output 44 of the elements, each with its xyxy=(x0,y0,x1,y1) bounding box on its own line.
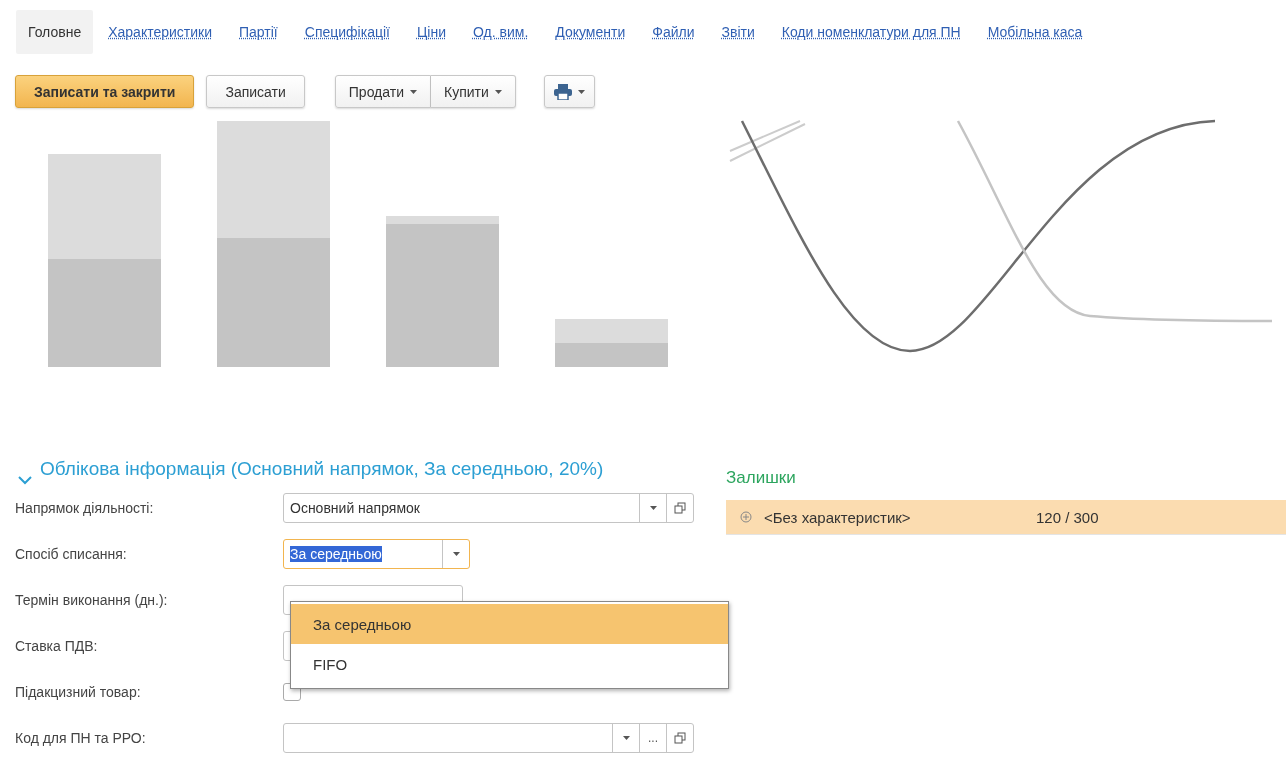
field-label: Код для ПН та РРО: xyxy=(15,730,147,746)
tab[interactable]: Файли xyxy=(640,10,707,54)
table-cell-text: <Без характеристик> xyxy=(764,508,912,526)
menu-button[interactable]: Продати xyxy=(334,75,431,108)
tab[interactable]: Специфікації xyxy=(292,10,402,54)
caret-icon xyxy=(622,736,630,740)
tab[interactable]: Характеристики xyxy=(96,10,224,54)
tab[interactable]: Головне xyxy=(16,10,94,54)
select-field[interactable]: ... xyxy=(283,723,694,753)
section-title: Облікова інформація (Основний напрямок, За середньою, 20%) xyxy=(40,458,605,480)
save-close-button[interactable]: Записати та закрити xyxy=(15,75,195,108)
tab[interactable]: Звіти xyxy=(709,10,767,54)
print-button[interactable] xyxy=(543,75,595,108)
caret-icon xyxy=(494,89,502,94)
open-icon xyxy=(674,502,686,514)
tab[interactable]: Документи xyxy=(543,10,638,54)
tab[interactable]: Ціни xyxy=(404,10,458,54)
panel-title: Залишки xyxy=(726,468,797,488)
field-label: Підакцизний товар: xyxy=(15,684,142,700)
tab[interactable]: Од. вим. xyxy=(461,10,541,54)
expand-icon[interactable] xyxy=(740,511,752,523)
select-field[interactable]: Основний напрямок xyxy=(283,493,694,523)
tab[interactable]: Коди номенклатури для ПН xyxy=(769,10,973,54)
select-field[interactable]: За середньою xyxy=(283,539,470,569)
tab[interactable]: Партії xyxy=(227,10,290,54)
save-button[interactable]: Записати xyxy=(206,75,305,108)
table-row[interactable]: <Без характеристик> 120 / 300 xyxy=(726,500,1286,535)
field-label: Напрямок діяльності: xyxy=(15,500,155,516)
field-label: Спосіб списання: xyxy=(15,546,128,562)
menu-item[interactable]: За середньою xyxy=(291,604,728,644)
caret-icon xyxy=(410,89,417,94)
table-cell: 120 / 300 xyxy=(1036,508,1099,526)
more-button[interactable]: ... xyxy=(639,724,666,752)
caret-icon xyxy=(577,89,585,94)
tab[interactable]: Мобільна каса xyxy=(975,10,1095,54)
line xyxy=(729,120,801,152)
menu-item[interactable]: FIFO xyxy=(291,644,728,684)
open-icon xyxy=(674,732,686,744)
caret-icon xyxy=(452,552,460,556)
printer-icon xyxy=(553,83,572,100)
menu-button[interactable]: Купити xyxy=(431,75,516,108)
caret-icon xyxy=(649,506,657,510)
field-label: Ставка ПДВ: xyxy=(15,638,99,654)
field-label: Термін виконання (дн.): xyxy=(15,592,169,608)
